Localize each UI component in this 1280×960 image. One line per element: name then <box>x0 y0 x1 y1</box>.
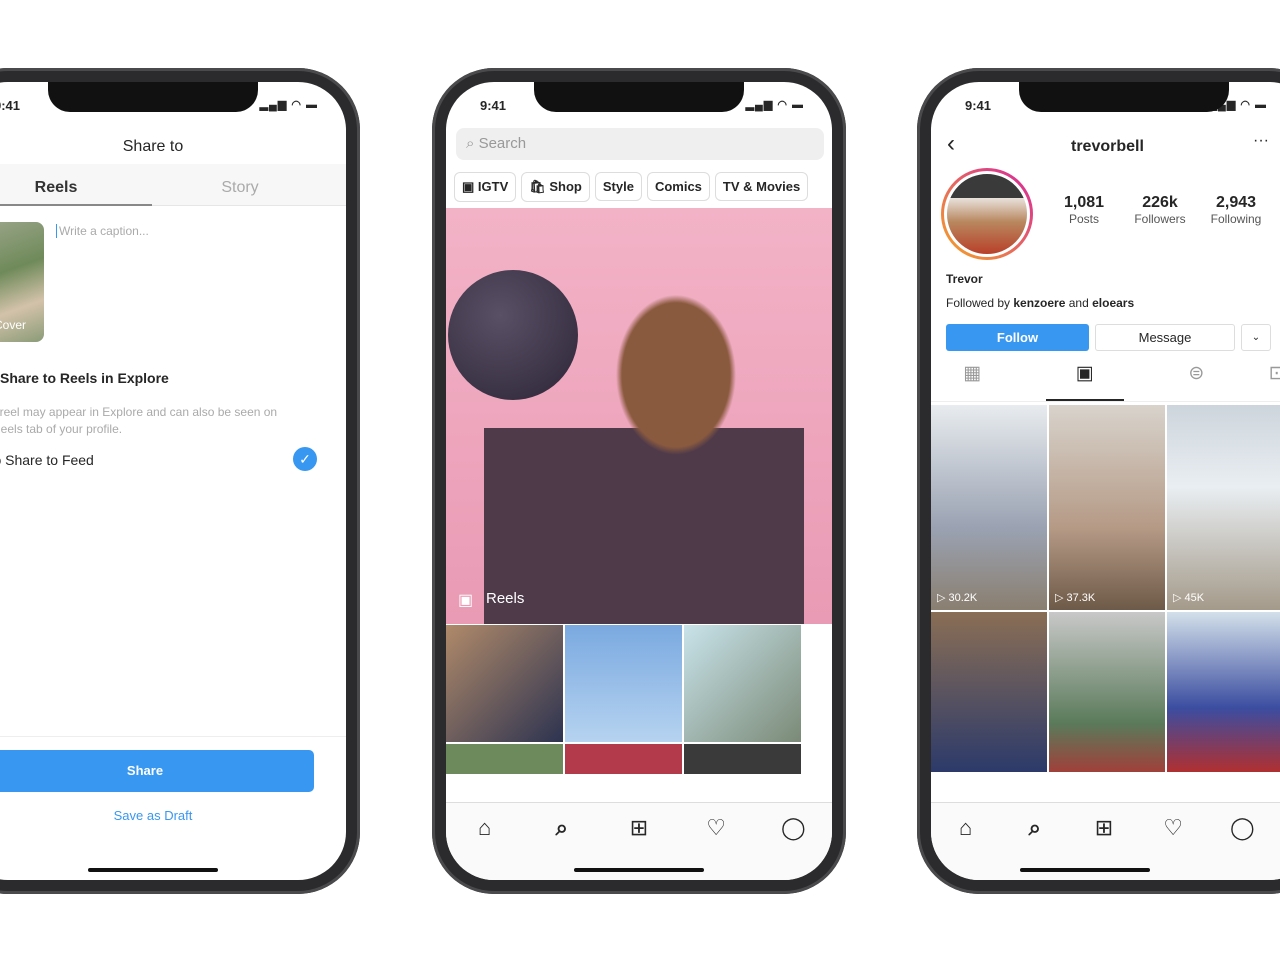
stat-posts[interactable]: 1,081 Posts <box>1049 194 1119 226</box>
followed-by-text: Followed by kenzoere and eloears <box>946 296 1135 310</box>
profile-name: Trevor <box>946 272 983 286</box>
suggestions-dropdown[interactable]: ⌄ <box>1241 324 1271 351</box>
profile-username: trevorbell <box>1071 138 1144 155</box>
reel-tile[interactable]: ▷ 37.3K <box>1049 405 1165 610</box>
caption-input[interactable]: Write a caption... <box>56 224 149 238</box>
phone-share-screen: 9:41 ▂▄▆ ◠ ▬ ‹ Share to Reels Story Cove… <box>0 68 360 894</box>
chip-tv-movies[interactable]: TV & Movies <box>714 172 809 201</box>
page-title: Share to <box>122 138 184 155</box>
home-indicator <box>574 868 704 872</box>
explore-tile[interactable] <box>446 744 563 774</box>
explore-tile[interactable] <box>684 625 801 742</box>
search-placeholder: Search <box>478 135 527 152</box>
notch <box>534 82 744 112</box>
featured-reel[interactable]: ▣ Reels <box>446 208 832 624</box>
phone-explore-screen: 9:41 ▂▄▆ ◠ ▬ ⌕ Search ▣ IGTV 🛍 Shop Style C… <box>432 68 846 894</box>
grid-icon[interactable]: ▦ <box>963 362 981 401</box>
home-indicator <box>1020 868 1151 872</box>
feed-checkbox[interactable]: ✓ <box>293 447 317 471</box>
tagged-icon[interactable]: ⊡ <box>1269 362 1280 401</box>
reel-tile[interactable] <box>1049 612 1165 772</box>
reels-icon: ▣ <box>458 592 474 609</box>
stat-following[interactable]: 2,943 Following <box>1201 194 1271 226</box>
profile-icon[interactable]: ◯ <box>1227 815 1257 880</box>
share-button[interactable]: Share <box>0 750 314 792</box>
back-icon[interactable]: ‹ <box>947 130 955 158</box>
person-image <box>484 268 804 624</box>
avatar[interactable] <box>941 168 1033 260</box>
reel-tile[interactable] <box>1167 612 1280 772</box>
reel-tile[interactable] <box>931 612 1047 772</box>
cover-label: Cover <box>0 318 27 332</box>
reels-label: Reels <box>486 590 525 607</box>
tab-story[interactable]: Story <box>152 179 328 197</box>
also-share-feed-label: Also Share to Feed <box>0 452 94 468</box>
more-options-icon[interactable]: ··· <box>1253 132 1269 150</box>
status-icons: ▂▄▆ ◠ ▬ <box>259 99 318 111</box>
explore-tile[interactable] <box>565 625 682 742</box>
notch <box>48 82 258 112</box>
chip-style[interactable]: Style <box>594 172 642 201</box>
heart-icon[interactable]: ♡ <box>1158 815 1188 880</box>
status-time: 9:41 <box>0 98 21 113</box>
igtv-icon[interactable]: ⊜ <box>1188 362 1204 401</box>
save-draft-button[interactable]: Save as Draft <box>0 808 346 823</box>
home-icon[interactable]: ⌂ <box>951 815 981 880</box>
search-icon: ⌕ <box>466 135 475 152</box>
cover-thumbnail[interactable]: Cover <box>0 222 44 342</box>
explore-tile[interactable] <box>565 744 682 774</box>
status-time: 9:41 <box>965 98 992 113</box>
explore-tile[interactable] <box>684 744 801 774</box>
follow-button[interactable]: Follow <box>946 324 1089 351</box>
notch <box>1019 82 1229 112</box>
home-icon[interactable]: ⌂ <box>470 815 500 880</box>
chip-shop[interactable]: 🛍 Shop <box>521 172 590 202</box>
category-chips: ▣ IGTV 🛍 Shop Style Comics TV & Movies <box>454 172 813 202</box>
chip-igtv[interactable]: ▣ IGTV <box>454 172 517 202</box>
status-time: 9:41 <box>480 98 507 113</box>
status-icons: ▂▄▆ ◠ ▬ <box>745 99 804 111</box>
chip-comics[interactable]: Comics <box>646 172 710 201</box>
phone-profile-screen: 9:41 ▂▄▆ ◠ ▬ ‹ trevorbell ··· 1,081 Posts… <box>917 68 1280 894</box>
profile-icon[interactable]: ◯ <box>778 815 808 880</box>
reels-tab-icon[interactable]: ▣ <box>1045 362 1124 401</box>
heart-icon[interactable]: ♡ <box>701 815 731 880</box>
reel-tile[interactable]: ▷ 45K <box>1167 405 1280 610</box>
reel-tile[interactable]: ▷ 30.2K <box>931 405 1047 610</box>
stat-followers[interactable]: 226k Followers <box>1125 194 1195 226</box>
explore-title: Share to Reels in Explore <box>0 370 169 386</box>
search-icon[interactable]: ⌕ <box>547 815 577 880</box>
search-input[interactable]: ⌕ Search <box>456 128 824 160</box>
home-indicator <box>88 868 218 872</box>
explore-description: Your reel may appear in Explore and can … <box>0 405 278 436</box>
explore-tile[interactable] <box>446 625 563 742</box>
message-button[interactable]: Message <box>1095 324 1235 351</box>
tab-reels[interactable]: Reels <box>0 179 152 197</box>
